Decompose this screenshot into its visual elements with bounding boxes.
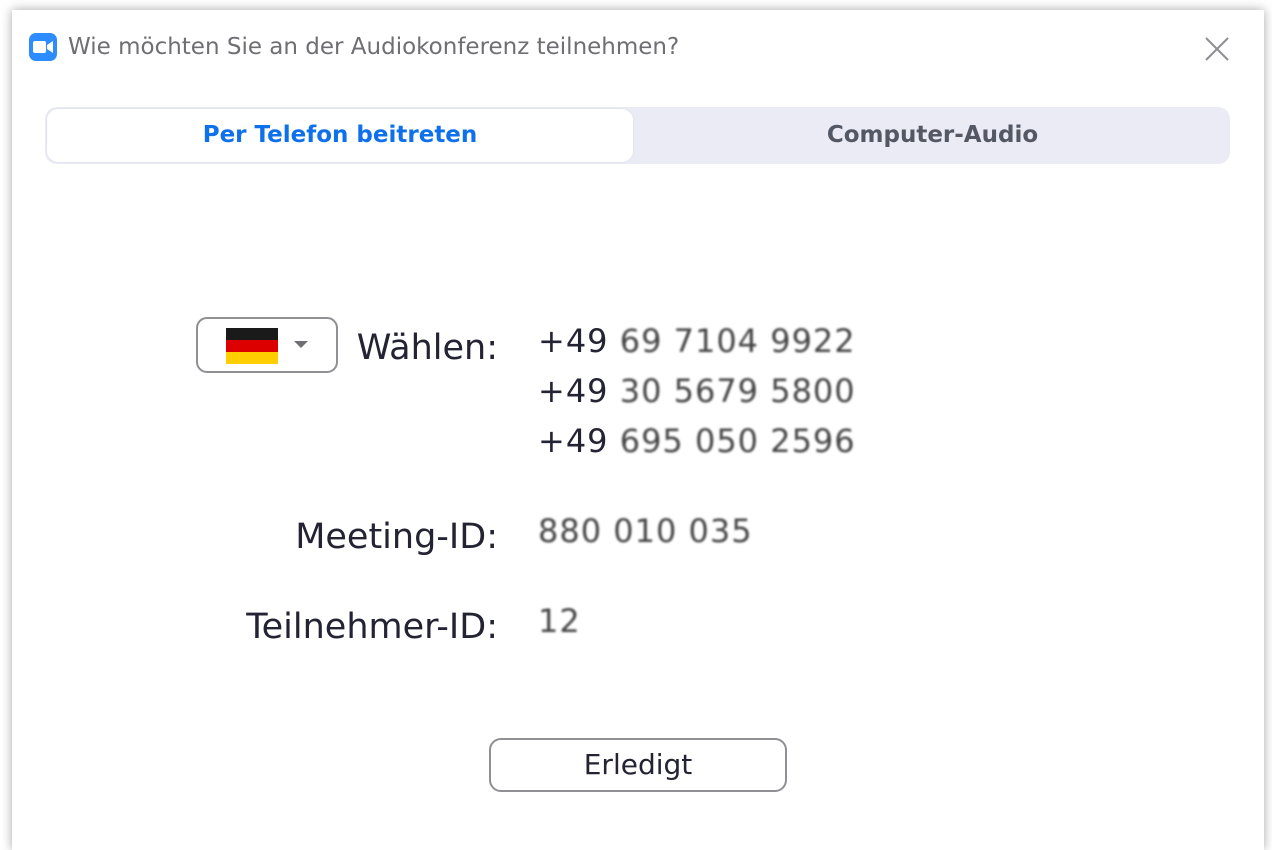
phone-number-3: +49 695 050 2596 (538, 422, 856, 460)
phone-prefix: +49 (538, 422, 609, 460)
dial-label: Wählen: (356, 328, 498, 368)
phone-number-1: +49 69 7104 9922 (538, 322, 856, 360)
done-button[interactable]: Erledigt (489, 738, 787, 792)
meeting-id-digits: 880 010 035 (538, 512, 753, 550)
audio-conference-dialog: Wie möchten Sie an der Audiokonferenz te… (12, 10, 1264, 850)
audio-mode-tabs: Per Telefon beitreten Computer-Audio (45, 107, 1230, 164)
phone-number-2: +49 30 5679 5800 (538, 372, 856, 410)
tab-computer-audio[interactable]: Computer-Audio (635, 107, 1230, 164)
zoom-camera-icon (29, 33, 57, 61)
close-icon (1205, 37, 1229, 61)
tab-phone[interactable]: Per Telefon beitreten (47, 109, 633, 162)
phone-number-digits: 30 5679 5800 (619, 372, 856, 410)
meeting-id-value: 880 010 035 (538, 512, 753, 550)
participant-id-value: 12 (538, 602, 581, 640)
close-button[interactable] (1200, 32, 1234, 66)
dialog-title: Wie möchten Sie an der Audiokonferenz te… (68, 34, 680, 60)
participant-id-digits: 12 (538, 602, 581, 640)
phone-number-digits: 695 050 2596 (619, 422, 856, 460)
title-bar: Wie möchten Sie an der Audiokonferenz te… (12, 10, 1264, 88)
phone-number-digits: 69 7104 9922 (619, 322, 856, 360)
participant-id-label: Teilnehmer-ID: (246, 607, 498, 647)
meeting-id-label: Meeting-ID: (295, 517, 498, 557)
phone-prefix: +49 (538, 322, 609, 360)
phone-prefix: +49 (538, 372, 609, 410)
